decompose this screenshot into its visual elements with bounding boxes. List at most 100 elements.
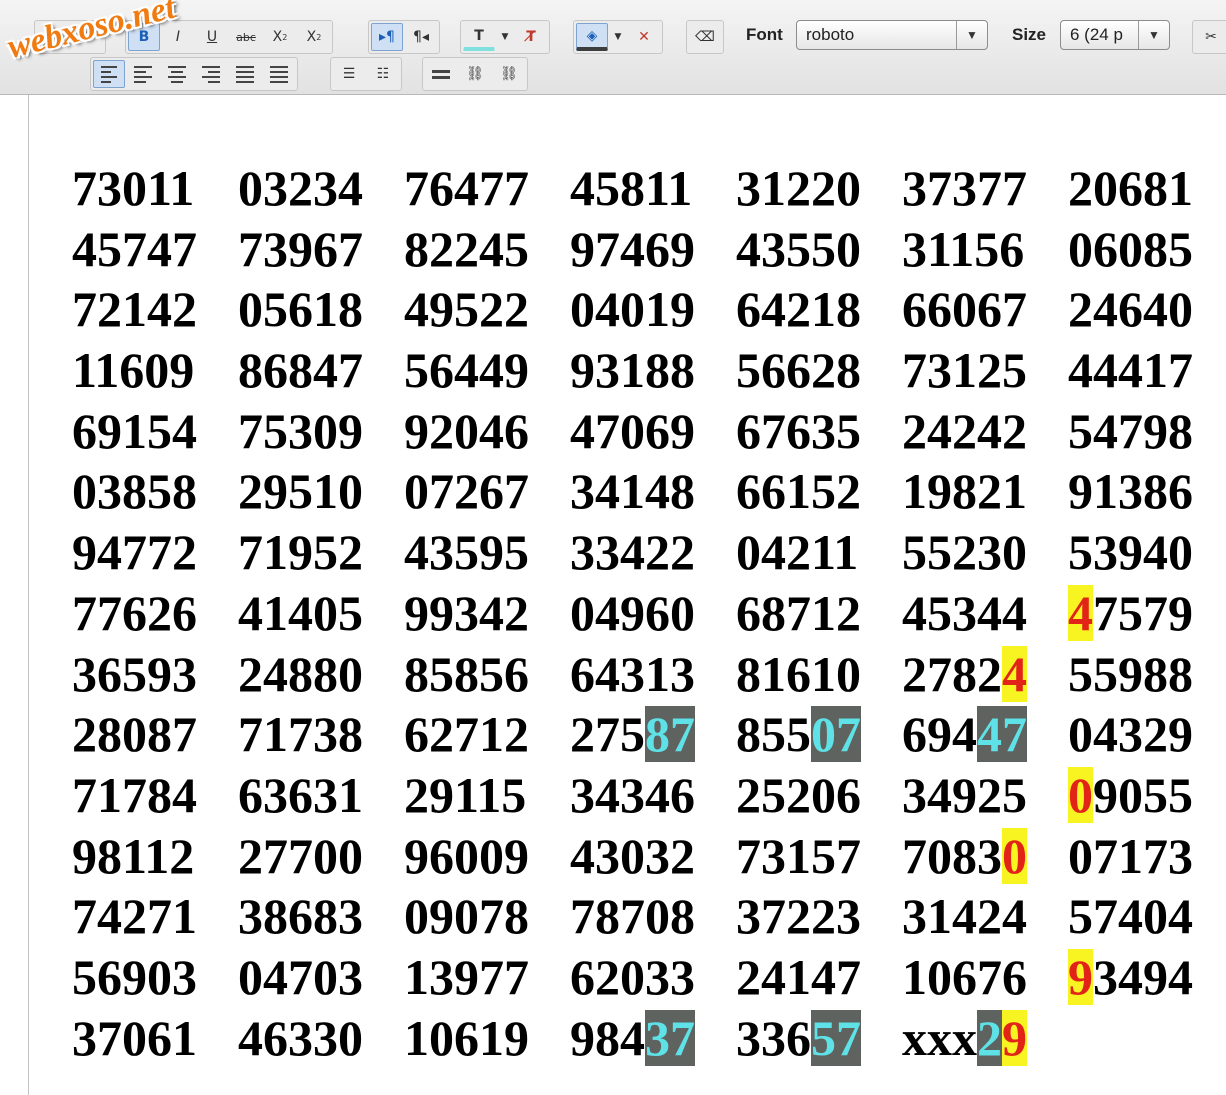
number-cell: 82245 xyxy=(404,220,529,277)
number-cell: 97469 xyxy=(570,220,695,277)
number-cell: 98112 xyxy=(72,827,195,884)
number-cell: 62712 xyxy=(404,706,529,763)
remove-link-icon[interactable]: ⛓ xyxy=(493,60,525,88)
underline-icon[interactable]: U xyxy=(196,23,228,51)
number-cell: 99342 xyxy=(404,584,529,641)
number-cell: 20681 xyxy=(1068,160,1193,216)
size-value: 6 (24 p xyxy=(1070,25,1123,44)
number-cell: 37061 xyxy=(72,1009,197,1066)
number-cell: 44417 xyxy=(1068,342,1193,399)
number-cell: 33422 xyxy=(570,524,695,581)
number-cell: 37223 xyxy=(736,888,861,945)
bg-color-group: ◈ ▼ ✕ xyxy=(573,20,663,54)
number-cell: 55230 xyxy=(902,524,1027,581)
eraser-group: ⌫ xyxy=(686,20,724,54)
format-block-icon[interactable] xyxy=(263,60,295,88)
align-justify-left-icon[interactable] xyxy=(127,60,159,88)
number-cell: 62033 xyxy=(570,948,695,1005)
number-cell: 45811 xyxy=(570,160,693,216)
number-cell: 27824 xyxy=(902,645,1027,702)
number-cell: 72142 xyxy=(72,281,197,338)
teal-highlighted-digits: 87 xyxy=(645,706,695,763)
superscript-icon[interactable]: X2 xyxy=(298,23,330,51)
number-cell: 31156 xyxy=(902,220,1025,277)
remove-highlight-icon[interactable]: ✕ xyxy=(628,23,660,51)
strikethrough-icon[interactable]: abc xyxy=(230,23,262,51)
list-group: ☰ ☷ xyxy=(330,57,402,91)
align-justify-icon[interactable] xyxy=(229,60,261,88)
number-cell: 05618 xyxy=(238,281,363,338)
number-cell: 96009 xyxy=(404,827,529,884)
number-cell: 66067 xyxy=(902,281,1027,338)
number-cell: 73157 xyxy=(736,827,861,884)
number-cell: 56903 xyxy=(72,948,197,1005)
number-cell: 85507 xyxy=(736,706,861,763)
number-cell: 69447 xyxy=(902,706,1027,763)
rtl-direction-icon[interactable]: ¶◂ xyxy=(405,23,437,51)
yellow-highlighted-digit: 9 xyxy=(1002,1009,1027,1066)
insert-link-icon[interactable]: ⛓ xyxy=(459,60,491,88)
number-cell: 04019 xyxy=(570,281,695,338)
number-cell: 09078 xyxy=(404,888,529,945)
number-cell: 25206 xyxy=(736,766,861,823)
editor-content-grid[interactable]: 73011 03234 76477 45811 31220 37377 20681 45747… xyxy=(72,158,1202,1068)
number-cell: 43550 xyxy=(736,220,861,277)
number-cell: 24242 xyxy=(902,402,1027,459)
editor-left-border xyxy=(28,95,29,1095)
align-left-icon[interactable] xyxy=(93,60,125,88)
number-cell: 45344 xyxy=(902,584,1027,641)
font-label: Font xyxy=(746,25,783,44)
chevron-down-icon[interactable]: ▼ xyxy=(497,23,513,51)
number-cell: 29510 xyxy=(238,463,363,520)
number-cell: 75309 xyxy=(238,402,363,459)
number-cell: 85856 xyxy=(404,645,529,702)
number-cell: 24640 xyxy=(1068,281,1193,338)
teal-highlighted-digits: 2 xyxy=(977,1009,1002,1066)
teal-highlighted-digits: 37 xyxy=(645,1009,695,1066)
number-cell: 68712 xyxy=(736,584,861,641)
subscript-icon[interactable]: X2 xyxy=(264,23,296,51)
number-cell: 45747 xyxy=(72,220,197,277)
number-cell: 64313 xyxy=(570,645,695,702)
number-cell xyxy=(1068,1008,1226,1069)
number-cell: 07267 xyxy=(404,463,529,520)
chevron-down-icon[interactable]: ▼ xyxy=(1138,21,1169,49)
ltr-direction-icon[interactable]: ▸¶ xyxy=(371,23,403,51)
size-select[interactable]: 6 (24 p ▼ xyxy=(1060,20,1170,50)
number-cell: 43595 xyxy=(404,524,529,581)
clipboard-group: ✂ xyxy=(1192,20,1226,54)
eraser-icon[interactable]: ⌫ xyxy=(689,23,721,51)
number-cell: 92046 xyxy=(404,402,529,459)
teal-highlighted-digits: 07 xyxy=(811,706,861,763)
number-cell: 56628 xyxy=(736,342,861,399)
text-color-icon[interactable]: T xyxy=(463,23,495,51)
number-cell: 04329 xyxy=(1068,706,1193,763)
yellow-highlighted-digit: 4 xyxy=(1068,584,1093,641)
align-center-icon[interactable] xyxy=(161,60,193,88)
number-cell: 69154 xyxy=(72,402,197,459)
insert-group: ⛓ ⛓ xyxy=(422,57,528,91)
highlight-color-icon[interactable]: ◈ xyxy=(576,23,608,51)
number-cell: 06085 xyxy=(1068,220,1193,277)
number-cell: 07173 xyxy=(1068,827,1193,884)
chevron-down-icon[interactable]: ▼ xyxy=(956,21,987,49)
horizontal-rule-icon[interactable] xyxy=(425,60,457,88)
ordered-list-icon[interactable]: ☰ xyxy=(333,60,365,88)
number-cell: 47069 xyxy=(570,402,695,459)
number-cell: 71784 xyxy=(72,766,197,823)
number-cell: 73011 xyxy=(72,160,195,216)
direction-group: ▸¶ ¶◂ xyxy=(368,20,440,54)
cut-icon[interactable]: ✂ xyxy=(1195,23,1226,51)
number-cell: 31220 xyxy=(736,160,861,216)
align-right-icon[interactable] xyxy=(195,60,227,88)
chevron-down-icon[interactable]: ▼ xyxy=(610,23,626,51)
number-cell: 74271 xyxy=(72,888,197,945)
font-select[interactable]: roboto ▼ xyxy=(796,20,988,50)
unordered-list-icon[interactable]: ☷ xyxy=(367,60,399,88)
number-cell: 04960 xyxy=(570,584,695,641)
number-cell: 71952 xyxy=(238,524,363,581)
number-cell: 46330 xyxy=(238,1009,363,1066)
remove-text-color-icon[interactable]: T̸ xyxy=(515,23,547,51)
number-cell: 94772 xyxy=(72,524,197,581)
teal-highlighted-digits: 47 xyxy=(977,706,1027,763)
